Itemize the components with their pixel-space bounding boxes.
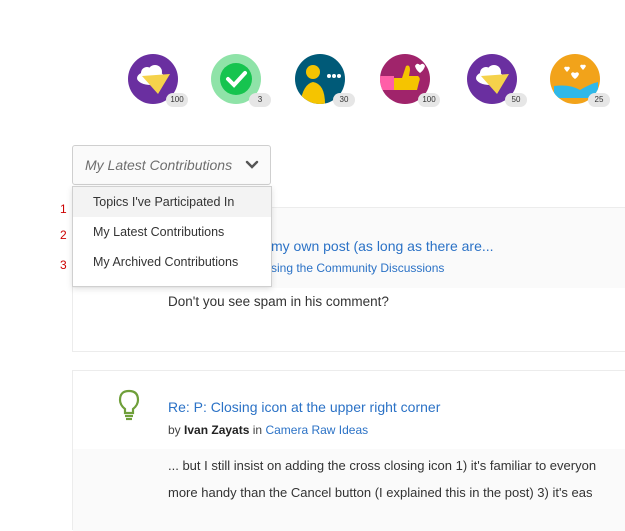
annotation-3: 3	[60, 258, 67, 272]
post-title-link[interactable]: Re: P: Closing icon at the upper right c…	[168, 399, 440, 415]
badge-2[interactable]: 3	[211, 54, 271, 107]
author-link[interactable]: Ivan Zayats	[184, 423, 249, 437]
post-title-link[interactable]: my own post (as long as there are...	[271, 238, 494, 254]
menu-item-latest[interactable]: My Latest Contributions	[73, 217, 271, 247]
lightbulb-icon	[118, 389, 140, 421]
annotation-2: 2	[60, 228, 67, 242]
menu-item-archived[interactable]: My Archived Contributions	[73, 247, 271, 277]
badge-count: 25	[588, 93, 610, 107]
badge-count: 50	[505, 93, 527, 107]
dropdown-selected-label: My Latest Contributions	[85, 157, 233, 173]
badge-count: 3	[249, 93, 271, 107]
badge-count: 100	[418, 93, 440, 107]
badge-count: 100	[166, 93, 188, 107]
badge-1[interactable]: 100	[128, 54, 188, 107]
badges-row: 100 3 30 100 50 25	[0, 54, 625, 107]
annotation-1: 1	[60, 202, 67, 216]
badge-count: 30	[333, 93, 355, 107]
post-card: Re: P: Closing icon at the upper right c…	[72, 370, 625, 531]
badge-4[interactable]: 100	[380, 54, 440, 107]
menu-item-topics[interactable]: Topics I've Participated In	[73, 187, 271, 217]
post-body: Don't you see spam in his comment?	[168, 294, 389, 309]
board-link[interactable]: Camera Raw Ideas	[265, 423, 368, 437]
chevron-down-icon	[245, 160, 259, 169]
badge-5[interactable]: 50	[467, 54, 527, 107]
post-body-line: more handy than the Cancel button (I exp…	[168, 485, 593, 500]
contributions-dropdown[interactable]: My Latest Contributions	[72, 145, 271, 185]
post-board-link[interactable]: sing the Community Discussions	[271, 261, 444, 275]
post-meta: by Ivan Zayats in Camera Raw Ideas	[168, 423, 369, 437]
contributions-menu: Topics I've Participated In My Latest Co…	[72, 186, 272, 287]
post-body-line: ... but I still insist on adding the cro…	[168, 458, 597, 473]
badge-3[interactable]: 30	[295, 54, 355, 107]
badge-6[interactable]: 25	[550, 54, 610, 107]
